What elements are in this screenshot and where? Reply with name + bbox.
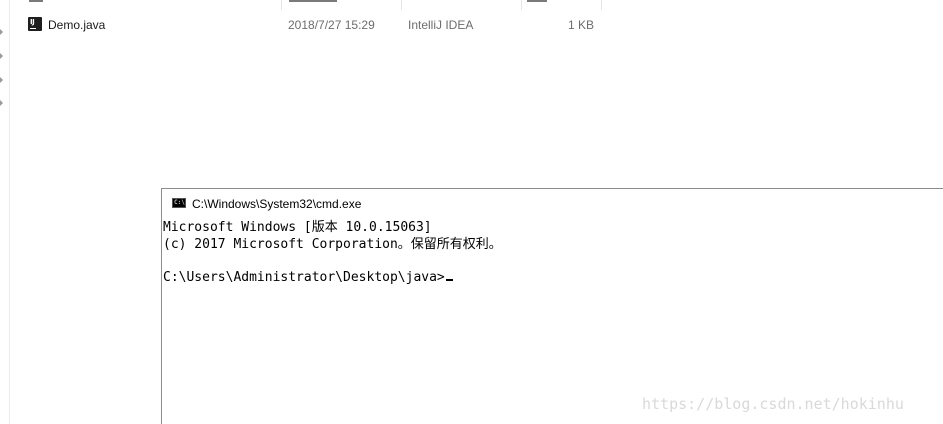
expand-arrow-icon[interactable] — [0, 53, 3, 59]
expand-arrow-icon[interactable] — [0, 29, 3, 35]
navigation-pane — [0, 0, 10, 424]
expand-arrow-icon[interactable] — [0, 77, 3, 83]
console-line: Microsoft Windows [版本 10.0.15063] — [163, 220, 432, 235]
cmd-titlebar[interactable]: C:\ C:\Windows\System32\cmd.exe — [162, 189, 943, 217]
file-name: Demo.java — [48, 18, 106, 32]
cmd-icon[interactable]: C:\ — [172, 198, 186, 208]
file-size: 1 KB — [567, 18, 594, 32]
expand-arrow-icon[interactable] — [0, 100, 3, 106]
watermark: https://blog.csdn.net/hokinhu — [642, 395, 904, 413]
column-divider[interactable] — [601, 0, 602, 10]
column-header-size[interactable] — [527, 0, 547, 2]
intellij-idea-file-icon: IJ — [28, 17, 42, 31]
cmd-title: C:\Windows\System32\cmd.exe — [192, 197, 362, 211]
file-row[interactable]: IJ Demo.java 2018/7/27 15:29 IntelliJ ID… — [28, 16, 608, 36]
file-date-modified: 2018/7/27 15:29 — [288, 18, 375, 32]
console-line: (c) 2017 Microsoft Corporation。保留所有权利。 — [163, 236, 502, 252]
column-header — [0, 0, 943, 10]
column-header-date[interactable] — [289, 0, 337, 2]
cmd-window[interactable]: C:\ C:\Windows\System32\cmd.exe Microsof… — [161, 188, 943, 424]
column-divider[interactable] — [401, 0, 402, 10]
console-prompt-line[interactable]: C:\Users\Administrator\Desktop\java> — [163, 270, 502, 287]
console-prompt: C:\Users\Administrator\Desktop\java> — [163, 269, 445, 285]
file-type: IntelliJ IDEA — [408, 18, 474, 32]
column-divider[interactable] — [281, 0, 282, 10]
console-output[interactable]: Microsoft Windows [版本 10.0.15063] (c) 20… — [163, 220, 502, 286]
column-divider[interactable] — [521, 0, 522, 10]
text-cursor — [445, 278, 453, 281]
column-header-name[interactable] — [29, 0, 43, 2]
